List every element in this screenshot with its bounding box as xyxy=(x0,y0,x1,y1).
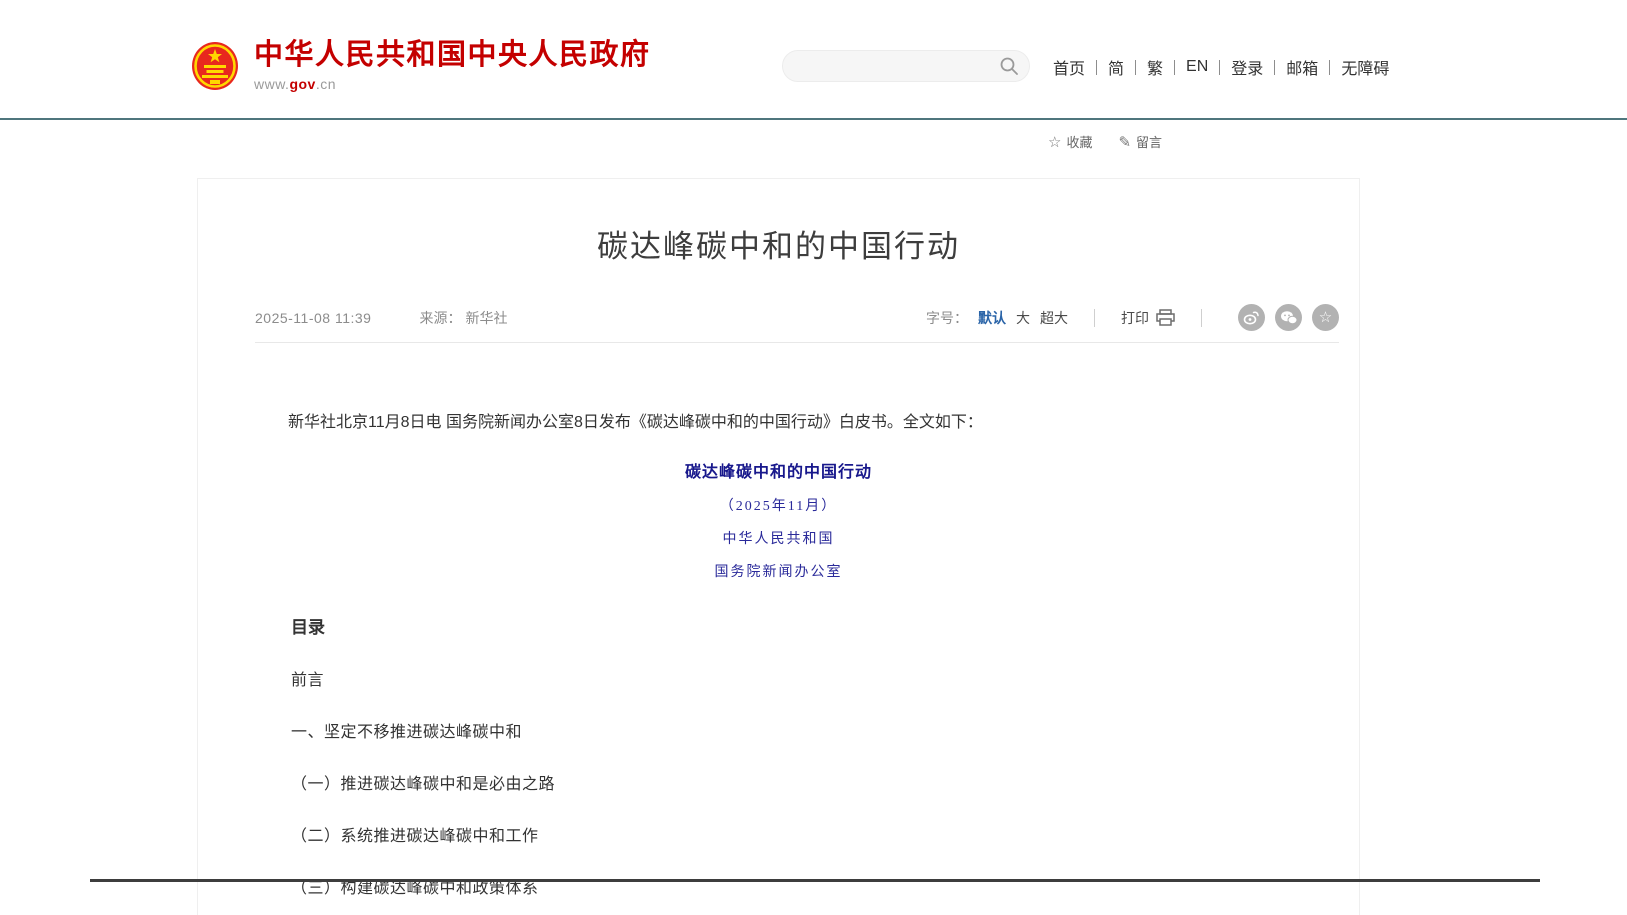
print-label: 打印 xyxy=(1121,308,1149,328)
favorite-button[interactable]: ☆ 收藏 xyxy=(1048,132,1092,151)
page: 中华人民共和国中央人民政府 www.gov.cn 首页 简 繁 EN 登录 邮箱 xyxy=(0,0,1627,915)
site-title: 中华人民共和国中央人民政府 xyxy=(254,40,651,72)
site-header: 中华人民共和国中央人民政府 www.gov.cn 首页 简 繁 EN 登录 邮箱 xyxy=(0,0,1627,118)
nav-english[interactable]: EN xyxy=(1175,58,1219,76)
nav-accessibility[interactable]: 无障碍 xyxy=(1330,55,1400,79)
site-url: www.gov.cn xyxy=(254,76,651,92)
search-input[interactable] xyxy=(783,51,999,81)
star-icon: ☆ xyxy=(1048,133,1061,151)
national-emblem-icon xyxy=(191,41,239,91)
toc-heading: 目录 xyxy=(291,613,1359,638)
article-meta-row: 2025-11-08 11:39 来源：新华社 字号： 默认 大 超大 打印 xyxy=(255,304,1339,343)
tools-divider xyxy=(1094,309,1095,327)
article-source: 来源：新华社 xyxy=(419,308,507,328)
share-wechat-button[interactable] xyxy=(1275,304,1302,331)
site-text: 中华人民共和国中央人民政府 www.gov.cn xyxy=(254,40,651,92)
message-button[interactable]: ✎ 留言 xyxy=(1118,132,1162,151)
article-tools: 字号： 默认 大 超大 打印 xyxy=(926,304,1339,331)
nav-simplified[interactable]: 简 xyxy=(1097,55,1135,79)
bottom-divider xyxy=(90,879,1540,882)
share-favorite-button[interactable]: ☆ xyxy=(1312,304,1339,331)
document-org-2: 国务院新闻办公室 xyxy=(198,561,1359,581)
quick-links: ☆ 收藏 ✎ 留言 xyxy=(1048,132,1188,151)
url-suffix: .cn xyxy=(316,76,336,92)
message-label: 留言 xyxy=(1136,132,1162,151)
nav-home[interactable]: 首页 xyxy=(1042,55,1096,79)
search-box[interactable] xyxy=(782,50,1030,82)
lead-paragraph: 新华社北京11月8日电 国务院新闻办公室8日发布《碳达峰碳中和的中国行动》白皮书… xyxy=(256,413,1301,434)
url-prefix: www. xyxy=(254,76,289,92)
font-size-label: 字号： xyxy=(926,308,968,328)
toc-item: （一）推进碳达峰碳中和是必由之路 xyxy=(291,770,1359,794)
toc-item: （二）系统推进碳达峰碳中和工作 xyxy=(291,822,1359,846)
publish-time: 2025-11-08 11:39 xyxy=(255,310,371,326)
tools-divider xyxy=(1201,309,1202,327)
wechat-icon xyxy=(1280,310,1298,326)
article-card: 碳达峰碳中和的中国行动 2025-11-08 11:39 来源：新华社 字号： … xyxy=(197,178,1360,915)
document-date: （2025年11月） xyxy=(198,495,1359,515)
font-size-large-button[interactable]: 大 xyxy=(1016,308,1030,328)
top-nav: 首页 简 繁 EN 登录 邮箱 无障碍 xyxy=(1042,56,1400,78)
share-group: ☆ xyxy=(1228,304,1339,331)
pen-icon: ✎ xyxy=(1118,133,1131,151)
share-weibo-button[interactable] xyxy=(1238,304,1265,331)
header-divider xyxy=(0,118,1627,120)
url-highlight: gov xyxy=(289,76,315,92)
print-button[interactable]: 打印 xyxy=(1121,308,1175,328)
source-label: 来源： xyxy=(419,310,461,326)
nav-mail[interactable]: 邮箱 xyxy=(1275,55,1329,79)
toc-item: 一、坚定不移推进碳达峰碳中和 xyxy=(291,718,1359,742)
document-heading: 碳达峰碳中和的中国行动 （2025年11月） 中华人民共和国 国务院新闻办公室 xyxy=(198,458,1359,581)
document-title: 碳达峰碳中和的中国行动 xyxy=(198,458,1359,482)
search-icon[interactable] xyxy=(999,56,1019,76)
nav-traditional[interactable]: 繁 xyxy=(1136,55,1174,79)
document-org-1: 中华人民共和国 xyxy=(198,528,1359,548)
toc-item: （三）构建碳达峰碳中和政策体系 xyxy=(291,874,1359,898)
favorite-label: 收藏 xyxy=(1066,132,1092,151)
share-star-icon: ☆ xyxy=(1319,310,1332,325)
weibo-icon xyxy=(1243,309,1260,326)
source-value[interactable]: 新华社 xyxy=(465,310,507,326)
font-size-xlarge-button[interactable]: 超大 xyxy=(1040,308,1068,328)
article-title: 碳达峰碳中和的中国行动 xyxy=(198,221,1359,266)
printer-icon xyxy=(1156,309,1175,326)
toc-item: 前言 xyxy=(291,666,1359,690)
nav-login[interactable]: 登录 xyxy=(1220,55,1274,79)
site-logo[interactable]: 中华人民共和国中央人民政府 www.gov.cn xyxy=(191,40,651,92)
font-size-default-button[interactable]: 默认 xyxy=(978,308,1006,328)
